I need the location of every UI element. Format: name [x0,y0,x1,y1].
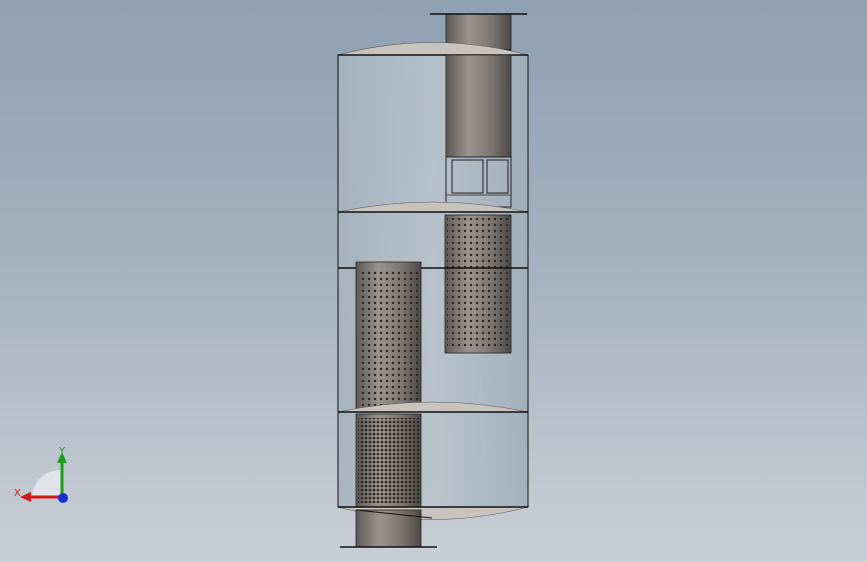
x-axis-label: X [14,488,21,499]
x-axis-arrow [20,492,31,502]
coordinate-triad-icon: Y X [14,446,68,503]
perforated-tube-left[interactable] [355,261,422,413]
perforated-tube-right[interactable] [444,214,512,354]
z-axis-dot [58,493,68,503]
cad-viewport[interactable] [0,0,867,562]
y-axis-label: Y [58,446,66,457]
triad-plane [32,469,62,497]
dense-perforated-tube[interactable] [355,413,422,508]
